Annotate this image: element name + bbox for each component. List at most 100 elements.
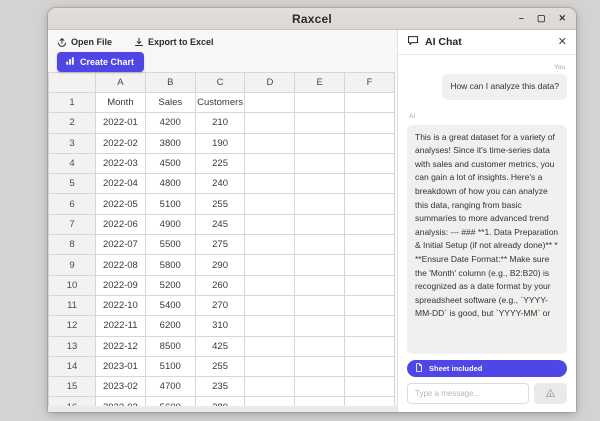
cell[interactable]: 2022-08	[96, 255, 146, 275]
cell[interactable]	[345, 356, 395, 376]
cell[interactable]: 425	[195, 336, 245, 356]
cell[interactable]: 270	[195, 295, 245, 315]
send-button[interactable]	[534, 383, 567, 404]
cell[interactable]: 3800	[145, 133, 195, 153]
row-header[interactable]: 2	[49, 113, 96, 133]
cell[interactable]: 210	[195, 113, 245, 133]
cell[interactable]: 2022-11	[96, 316, 146, 336]
cell[interactable]	[245, 153, 295, 173]
cell[interactable]: 255	[195, 194, 245, 214]
cell[interactable]: 260	[195, 275, 245, 295]
cell[interactable]	[295, 295, 345, 315]
row-header[interactable]: 1	[49, 93, 96, 113]
column-header[interactable]: B	[145, 73, 195, 93]
cell[interactable]: 190	[195, 133, 245, 153]
cell[interactable]	[345, 113, 395, 133]
maximize-button[interactable]: ▢	[537, 14, 546, 23]
cell[interactable]	[295, 194, 345, 214]
row-header[interactable]: 6	[49, 194, 96, 214]
cell[interactable]: 4700	[145, 377, 195, 397]
cell[interactable]: 2022-02	[96, 133, 146, 153]
cell[interactable]	[295, 113, 345, 133]
cell[interactable]	[295, 336, 345, 356]
row-header[interactable]: 14	[49, 356, 96, 376]
cell[interactable]: 245	[195, 214, 245, 234]
cell[interactable]: 6200	[145, 316, 195, 336]
cell[interactable]	[295, 214, 345, 234]
sheet-included-button[interactable]: Sheet included	[407, 360, 567, 377]
cell[interactable]	[295, 356, 345, 376]
column-header[interactable]: C	[195, 73, 245, 93]
cell[interactable]: 4200	[145, 113, 195, 133]
create-chart-button[interactable]: Create Chart	[57, 52, 144, 72]
cell[interactable]	[245, 93, 295, 113]
cell[interactable]	[345, 235, 395, 255]
cell[interactable]	[245, 316, 295, 336]
cell[interactable]: Customers	[195, 93, 245, 113]
cell[interactable]: 2022-03	[96, 153, 146, 173]
cell[interactable]: 5500	[145, 235, 195, 255]
cell[interactable]: 8500	[145, 336, 195, 356]
cell[interactable]: Sales	[145, 93, 195, 113]
cell[interactable]	[295, 133, 345, 153]
cell[interactable]	[345, 194, 395, 214]
cell[interactable]: 2022-10	[96, 295, 146, 315]
cell[interactable]	[295, 316, 345, 336]
cell[interactable]: 310	[195, 316, 245, 336]
cell[interactable]: 2022-05	[96, 194, 146, 214]
cell[interactable]	[345, 153, 395, 173]
row-header[interactable]: 5	[49, 174, 96, 194]
cell[interactable]	[245, 336, 295, 356]
cell[interactable]: 2022-07	[96, 235, 146, 255]
cell[interactable]	[295, 255, 345, 275]
cell[interactable]	[295, 235, 345, 255]
cell[interactable]	[295, 275, 345, 295]
row-header[interactable]: 15	[49, 377, 96, 397]
cell[interactable]: 5100	[145, 194, 195, 214]
cell[interactable]: 5100	[145, 356, 195, 376]
chat-close-button[interactable]: ✕	[558, 37, 567, 48]
column-header[interactable]: F	[345, 73, 395, 93]
row-header[interactable]: 4	[49, 153, 96, 173]
horizontal-scrollbar[interactable]	[48, 406, 397, 412]
cell[interactable]	[245, 356, 295, 376]
row-header[interactable]: 9	[49, 255, 96, 275]
row-header[interactable]: 11	[49, 295, 96, 315]
corner-cell[interactable]	[49, 73, 96, 93]
cell[interactable]	[295, 153, 345, 173]
cell[interactable]	[345, 214, 395, 234]
cell[interactable]	[245, 214, 295, 234]
cell[interactable]	[245, 113, 295, 133]
cell[interactable]	[245, 377, 295, 397]
close-button[interactable]: ✕	[558, 14, 566, 23]
cell[interactable]: 235	[195, 377, 245, 397]
cell[interactable]: 2022-12	[96, 336, 146, 356]
cell[interactable]	[345, 377, 395, 397]
minimize-button[interactable]: –	[519, 14, 524, 23]
cell[interactable]: 2023-01	[96, 356, 146, 376]
row-header[interactable]: 3	[49, 133, 96, 153]
cell[interactable]	[245, 174, 295, 194]
cell[interactable]: 2022-01	[96, 113, 146, 133]
cell[interactable]: 5800	[145, 255, 195, 275]
cell[interactable]	[345, 255, 395, 275]
cell[interactable]: Month	[96, 93, 146, 113]
cell[interactable]	[245, 235, 295, 255]
open-file-button[interactable]: Open File	[57, 37, 112, 47]
cell[interactable]	[345, 275, 395, 295]
cell[interactable]	[295, 93, 345, 113]
export-to-excel-button[interactable]: Export to Excel	[134, 37, 214, 47]
cell[interactable]: 5200	[145, 275, 195, 295]
message-input[interactable]	[407, 383, 529, 404]
cell[interactable]	[245, 295, 295, 315]
column-header[interactable]: E	[295, 73, 345, 93]
cell[interactable]: 4800	[145, 174, 195, 194]
row-header[interactable]: 7	[49, 214, 96, 234]
cell[interactable]: 255	[195, 356, 245, 376]
cell[interactable]: 275	[195, 235, 245, 255]
cell[interactable]: 2022-09	[96, 275, 146, 295]
cell[interactable]: 2022-04	[96, 174, 146, 194]
cell[interactable]	[245, 194, 295, 214]
row-header[interactable]: 12	[49, 316, 96, 336]
cell[interactable]: 290	[195, 255, 245, 275]
